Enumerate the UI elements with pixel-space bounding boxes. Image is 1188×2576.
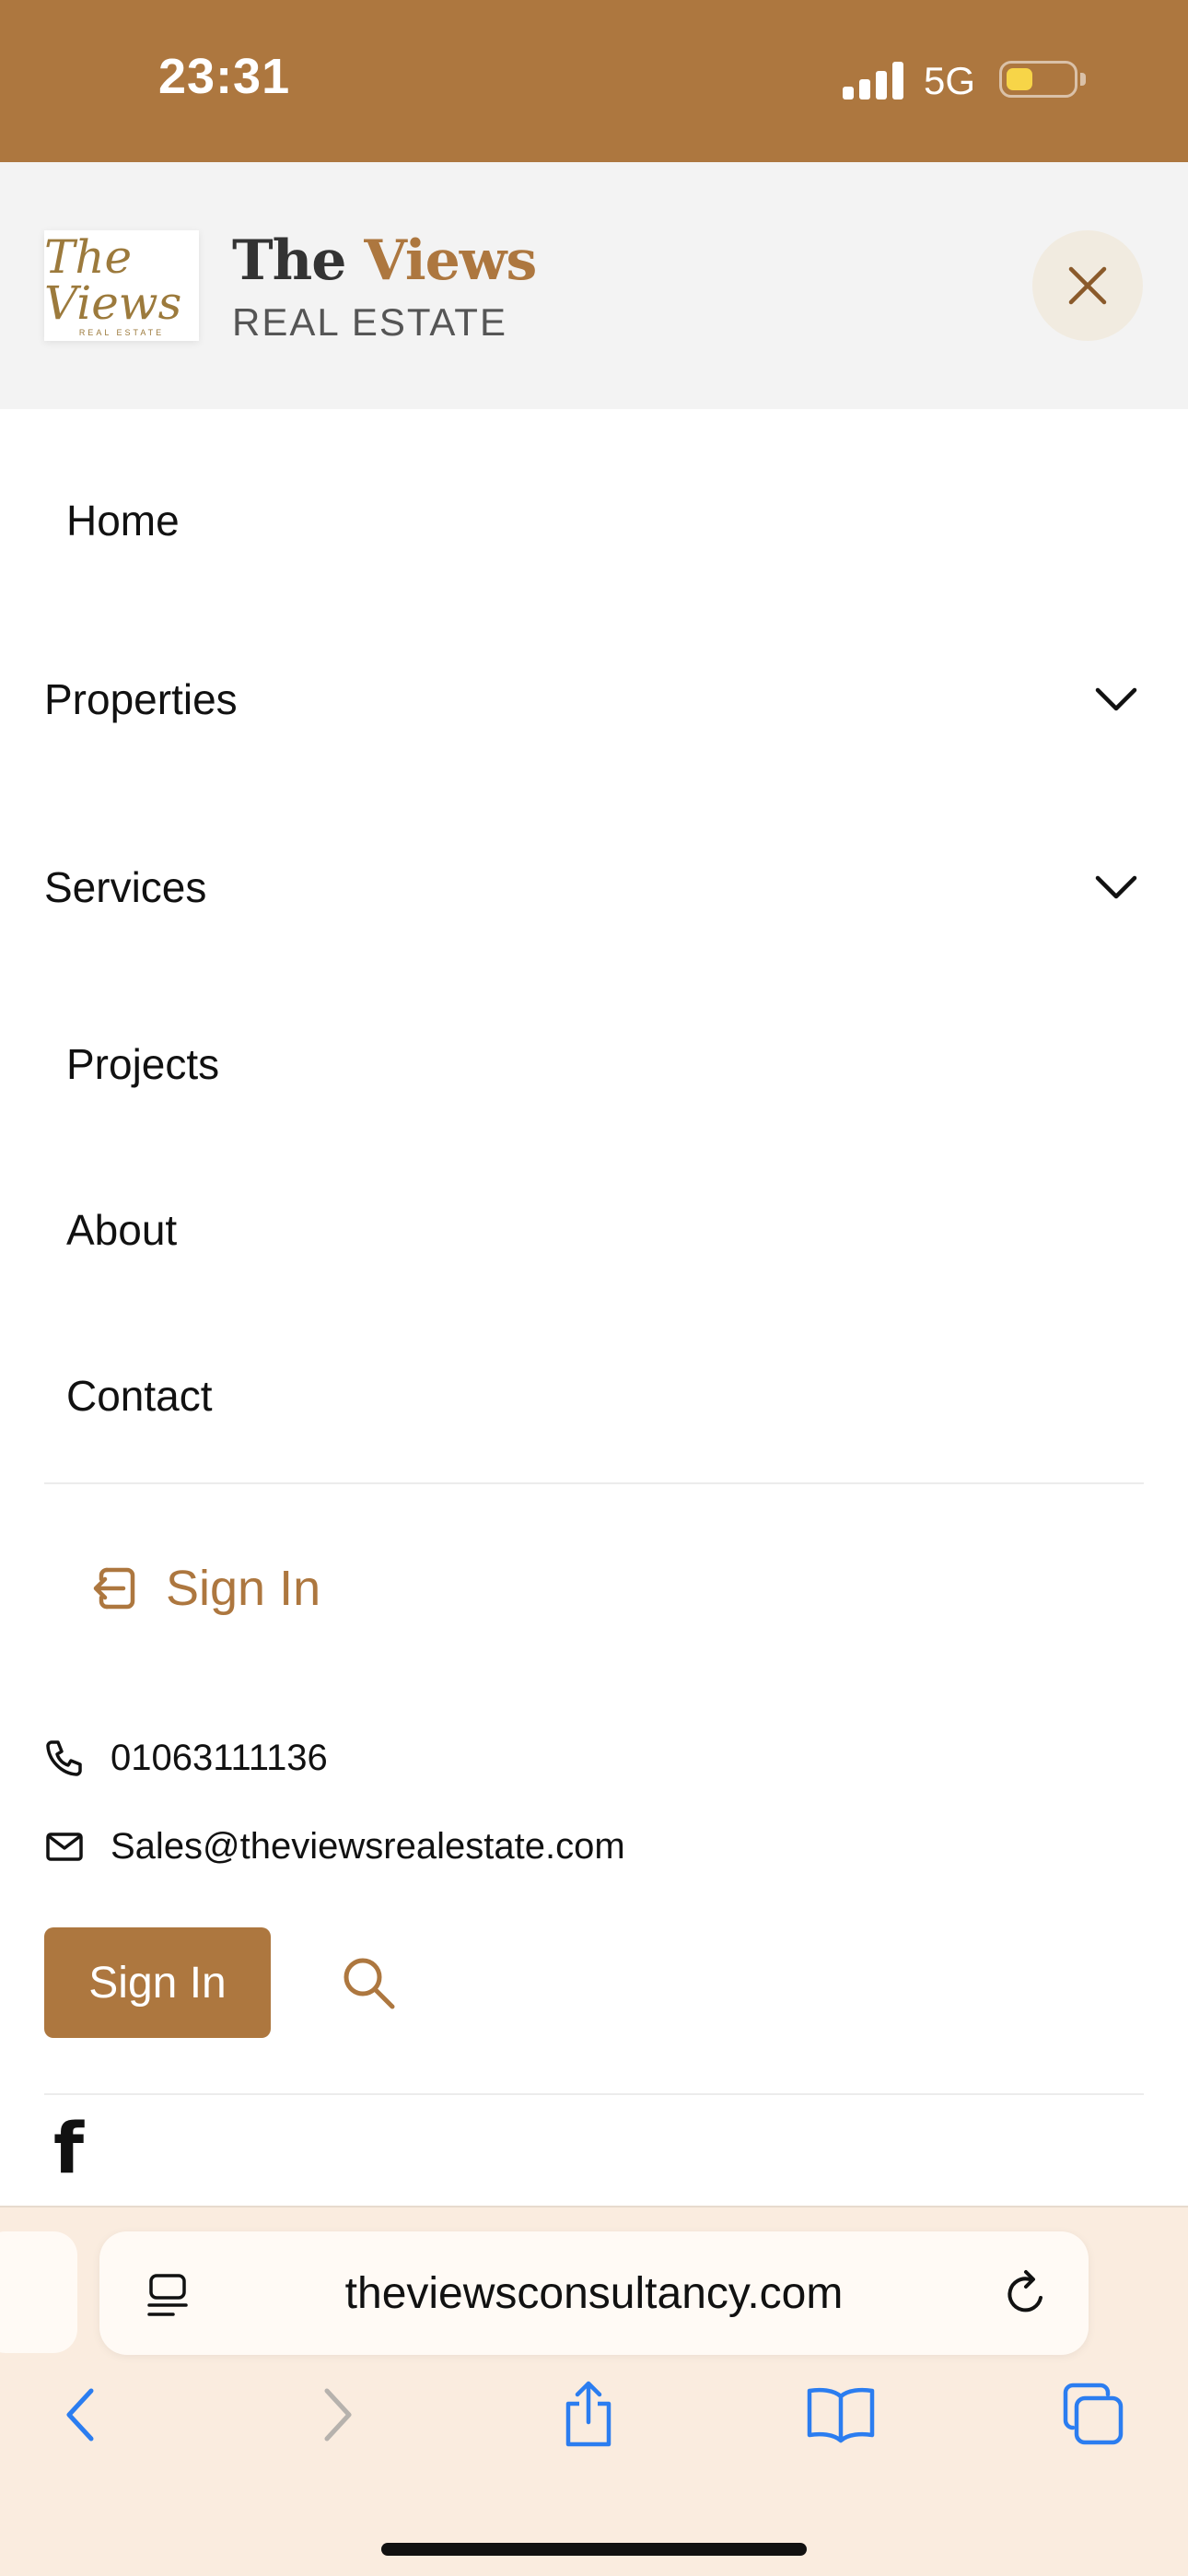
chevron-down-icon[interactable] <box>1090 869 1142 906</box>
bookmarks-icon <box>807 2387 875 2443</box>
phone-number: 01063111136 <box>111 1737 328 1778</box>
chevron-down-icon[interactable] <box>1090 681 1142 718</box>
address-bar[interactable]: theviewsconsultancy.com <box>99 2231 1089 2355</box>
menu-item-label: Services <box>44 863 207 911</box>
facebook-icon[interactable]: f <box>53 2113 84 2184</box>
menu-item-label: Home <box>66 497 180 544</box>
brand-name-primary: The <box>232 228 346 293</box>
status-time: 23:31 <box>158 49 291 104</box>
search-icon[interactable] <box>337 1951 402 2016</box>
logo[interactable]: The Views REAL ESTATE <box>44 230 199 341</box>
menu-item-label: About <box>66 1206 178 1254</box>
menu-item-home[interactable]: Home <box>0 479 1188 562</box>
close-menu-button[interactable] <box>1032 230 1143 341</box>
logo-subtitle: REAL ESTATE <box>78 328 165 337</box>
browser-toolbar: theviewsconsultancy.com <box>0 2206 1188 2576</box>
url-text: theviewsconsultancy.com <box>344 2269 844 2318</box>
menu-item-services[interactable]: Services <box>0 846 1188 929</box>
signin-button[interactable]: Sign In <box>44 1927 271 2038</box>
divider <box>44 1482 1144 1484</box>
tabs-icon <box>1063 2383 1124 2445</box>
home-indicator <box>381 2543 807 2556</box>
menu-item-projects[interactable]: Projects <box>0 1023 1188 1106</box>
signin-link-label: Sign In <box>166 1561 321 1616</box>
battery-cap <box>1080 73 1086 86</box>
logo-script: The Views <box>44 230 182 330</box>
battery-icon <box>999 61 1077 98</box>
previous-tab-preview[interactable] <box>0 2231 77 2353</box>
menu-item-properties[interactable]: Properties <box>0 658 1188 741</box>
back-icon <box>66 2388 94 2441</box>
share-icon <box>565 2381 611 2447</box>
sign-in-icon <box>93 1567 135 1610</box>
contact-phone[interactable]: 01063111136 <box>44 1730 328 1786</box>
mail-icon <box>46 1832 83 1861</box>
bookmarks-button[interactable] <box>799 2373 882 2456</box>
tabs-button[interactable] <box>1052 2373 1135 2456</box>
menu-item-about[interactable]: About <box>0 1188 1188 1271</box>
phone-icon <box>46 1740 82 1776</box>
signin-link[interactable]: Sign In <box>88 1551 320 1625</box>
menu-item-label: Contact <box>66 1372 213 1420</box>
divider <box>44 2093 1144 2095</box>
email-address: Sales@theviewsrealestate.com <box>111 1825 625 1867</box>
contact-email[interactable]: Sales@theviewsrealestate.com <box>44 1819 625 1874</box>
reload-icon[interactable] <box>1002 2268 1050 2320</box>
brand-name-accent: Views <box>364 228 537 293</box>
forward-button[interactable] <box>297 2373 379 2456</box>
brand-name: The Views <box>232 228 537 293</box>
network-label: 5G <box>924 59 976 102</box>
signal-icon <box>843 61 905 100</box>
brand-subtitle: REAL ESTATE <box>232 300 507 344</box>
site-header: The Views REAL ESTATE The Views REAL EST… <box>0 162 1188 409</box>
menu-item-label: Projects <box>66 1040 220 1088</box>
status-bar: 23:31 5G <box>0 0 1188 162</box>
back-button[interactable] <box>39 2373 122 2456</box>
menu-item-label: Properties <box>44 675 238 723</box>
share-button[interactable] <box>547 2373 630 2456</box>
menu-item-contact[interactable]: Contact <box>0 1354 1188 1437</box>
forward-icon <box>324 2388 352 2441</box>
close-icon <box>1068 266 1107 305</box>
